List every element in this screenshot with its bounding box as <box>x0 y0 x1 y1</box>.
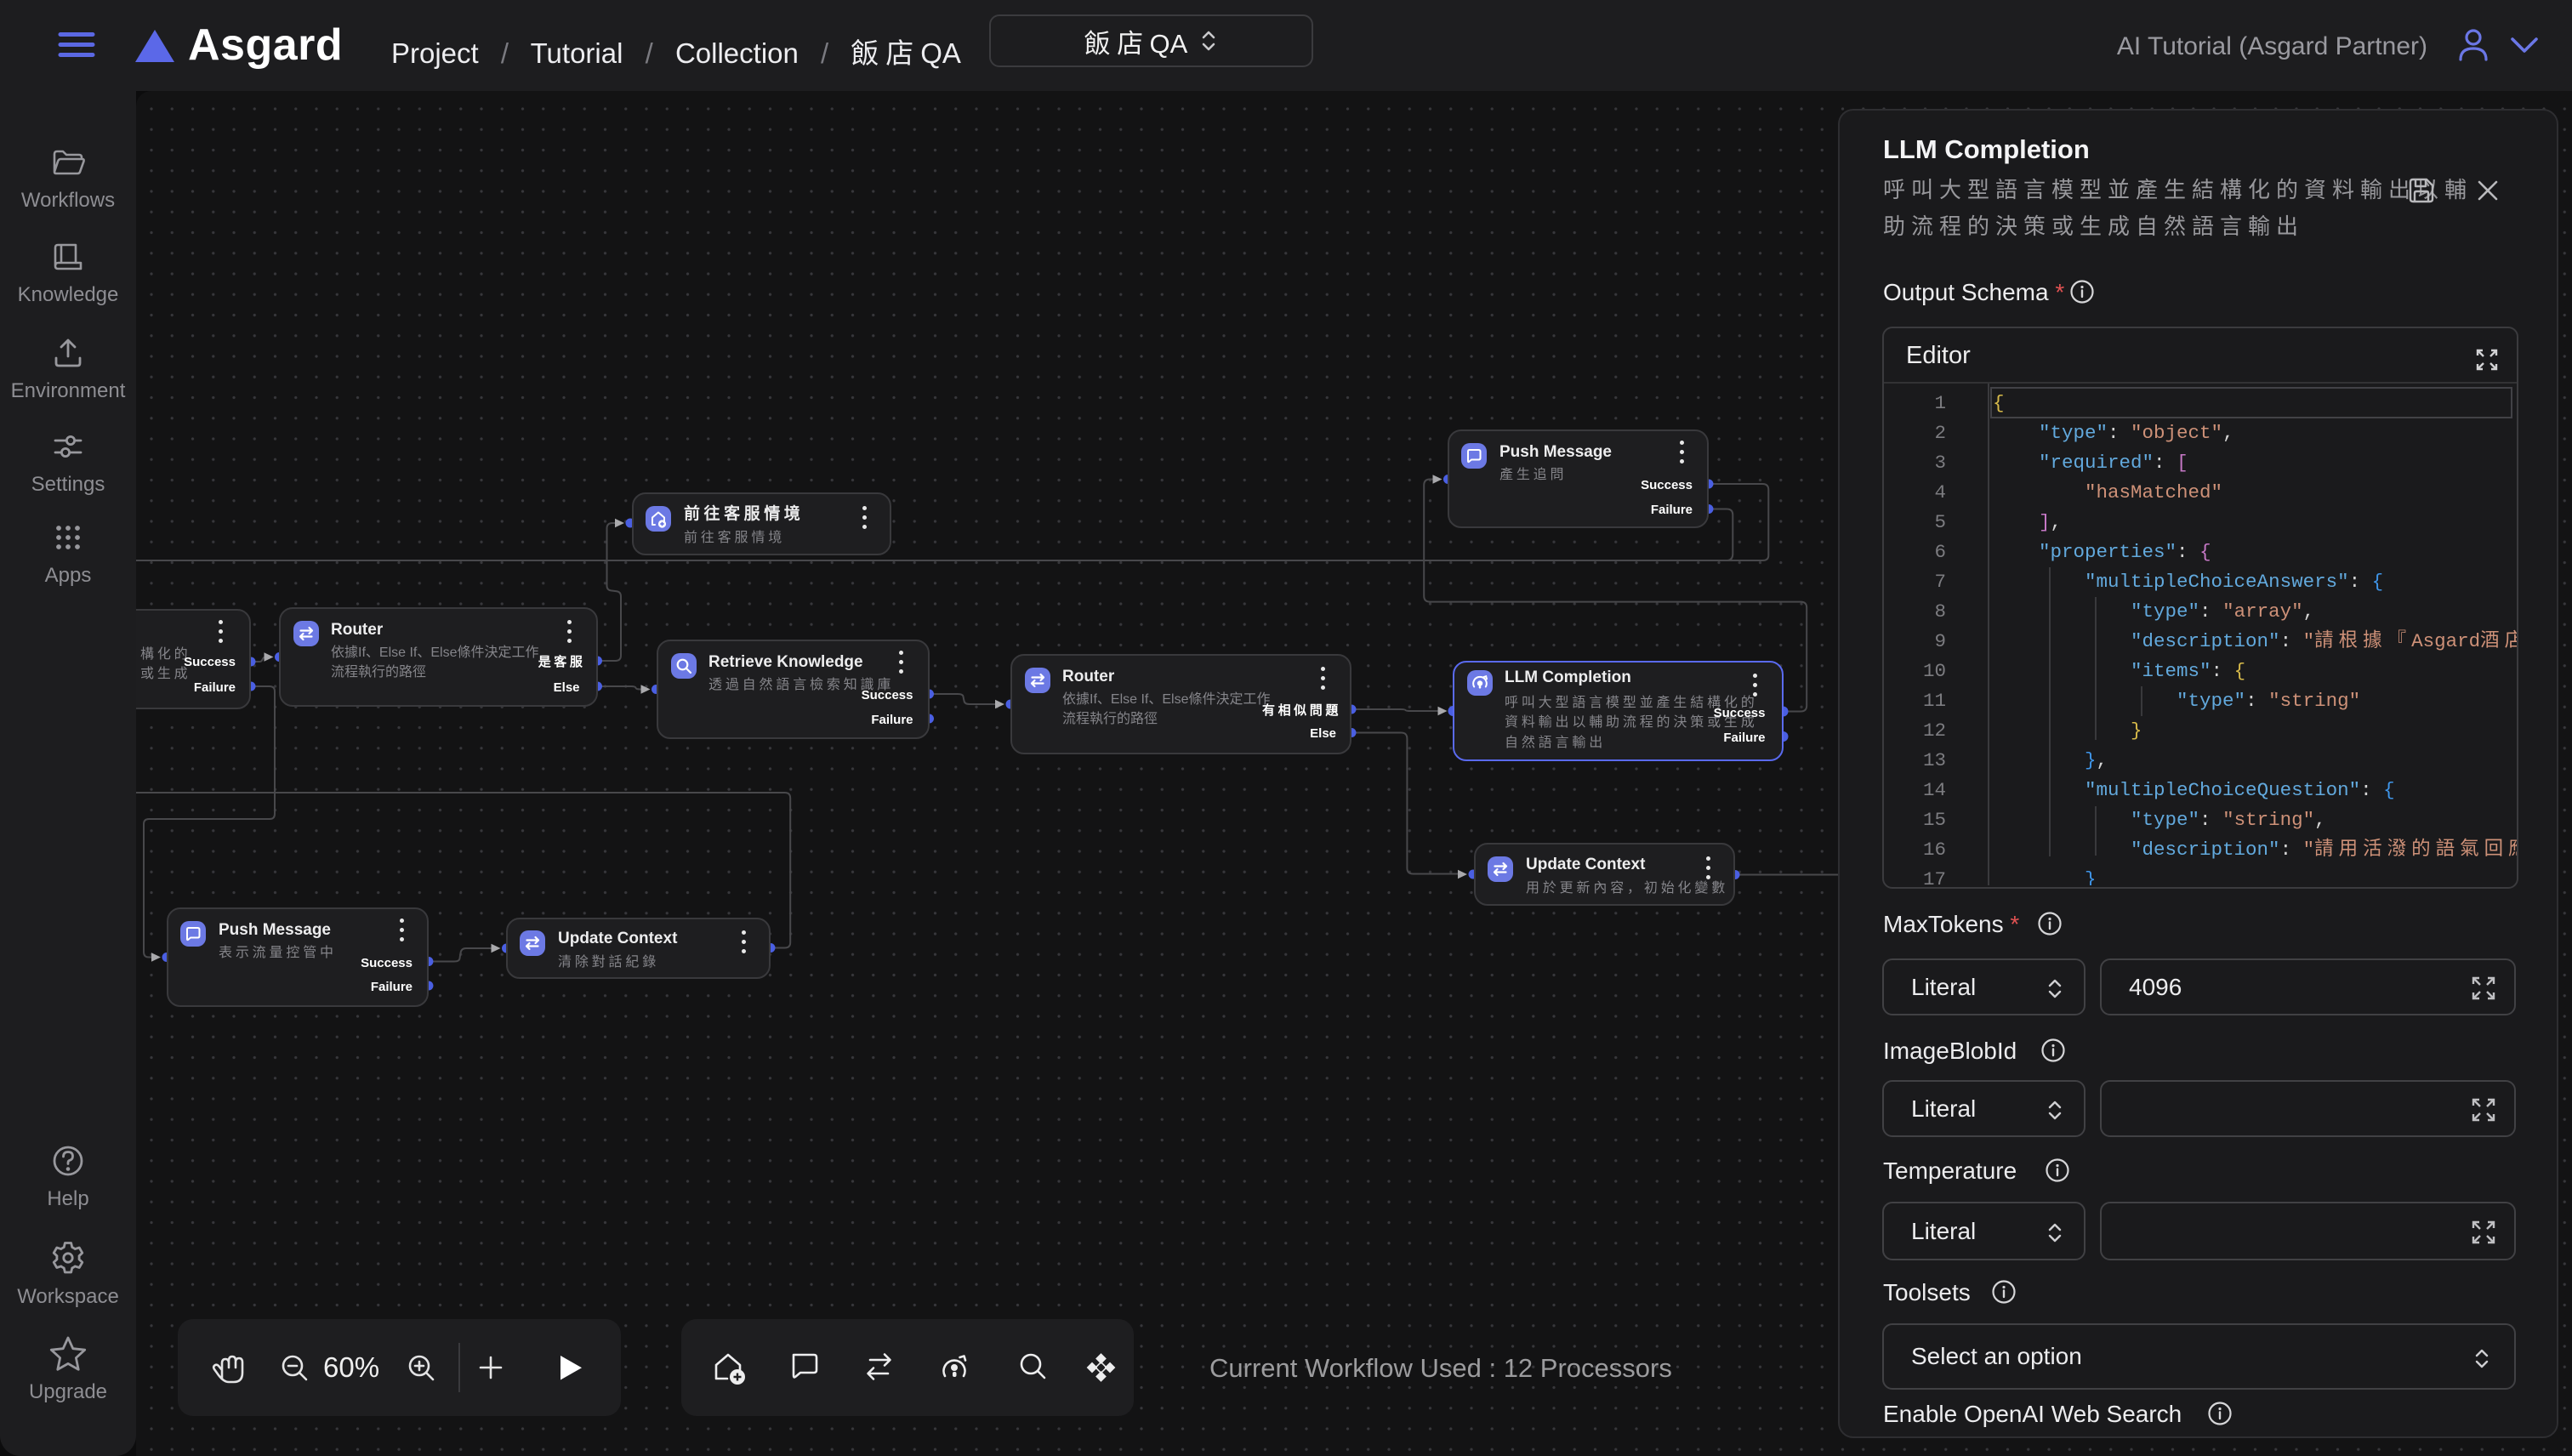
svg-text:60%: 60% <box>323 1351 379 1383</box>
